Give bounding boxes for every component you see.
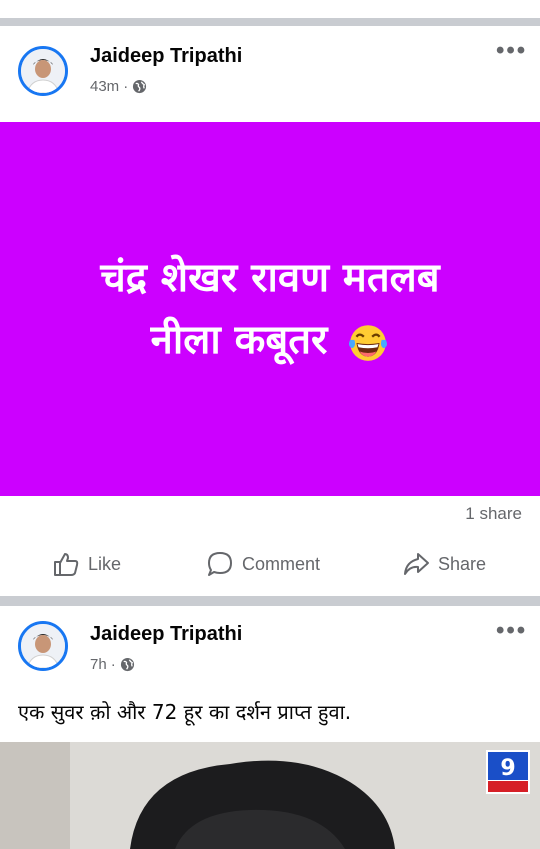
post-text: एक सुवर क़ो और 72 हूर का दर्शन प्राप्त ह… [18,700,352,724]
share-button[interactable]: Share [402,550,486,578]
post-time[interactable]: 7h [90,656,107,673]
like-button[interactable]: Like [52,550,121,578]
post-card: Jaideep Tripathi 43m · ••• चंद्र शेखर रा… [0,26,540,596]
share-count[interactable]: 1 share [465,504,522,524]
post-author-name[interactable]: Jaideep Tripathi [90,45,242,68]
status-text: चंद्र शेखर रावण मतलब नीला कबूतर [100,247,439,371]
avatar-portrait-icon [21,624,65,668]
comment-bubble-icon [208,552,232,576]
post-author-name[interactable]: Jaideep Tripathi [90,623,242,646]
globe-icon [133,79,147,94]
more-options-icon[interactable]: ••• [496,619,527,643]
post-time[interactable]: 43m [90,78,119,95]
like-label: Like [88,553,122,574]
status-text-line-2-wrap: नीला कबूतर [100,309,439,371]
status-background: चंद्र शेखर रावण मतलब नीला कबूतर [0,122,540,496]
post-photo[interactable]: 9 [0,742,540,849]
comment-button[interactable]: Comment [206,550,320,578]
feed-divider [0,18,540,26]
author-avatar[interactable] [18,46,68,96]
svg-text:9: 9 [500,756,515,781]
previous-card-bottom [0,0,540,18]
photo-person-image [0,742,540,849]
more-options-icon[interactable]: ••• [496,39,527,63]
avatar-portrait-icon [21,49,65,93]
tv9-logo: 9 [486,750,530,794]
post-meta: 7h · [90,656,135,673]
status-text-line-2: नीला कबूतर [150,317,328,363]
meta-separator: · [123,78,129,95]
share-arrow-icon [404,553,429,575]
laughing-tears-emoji [349,325,388,361]
feed-divider [0,596,540,606]
post-meta: 43m · [90,78,147,95]
author-avatar[interactable] [18,621,68,671]
post-action-bar: Like Comment Share [0,546,540,586]
comment-label: Comment [242,553,321,574]
thumbs-up-icon [54,553,79,576]
meta-separator: · [110,656,116,673]
post-card: Jaideep Tripathi 7h · ••• एक सुवर क़ो और… [0,606,540,849]
share-label: Share [438,553,487,574]
status-text-line-1: चंद्र शेखर रावण मतलब [100,255,440,301]
globe-icon [120,657,134,672]
